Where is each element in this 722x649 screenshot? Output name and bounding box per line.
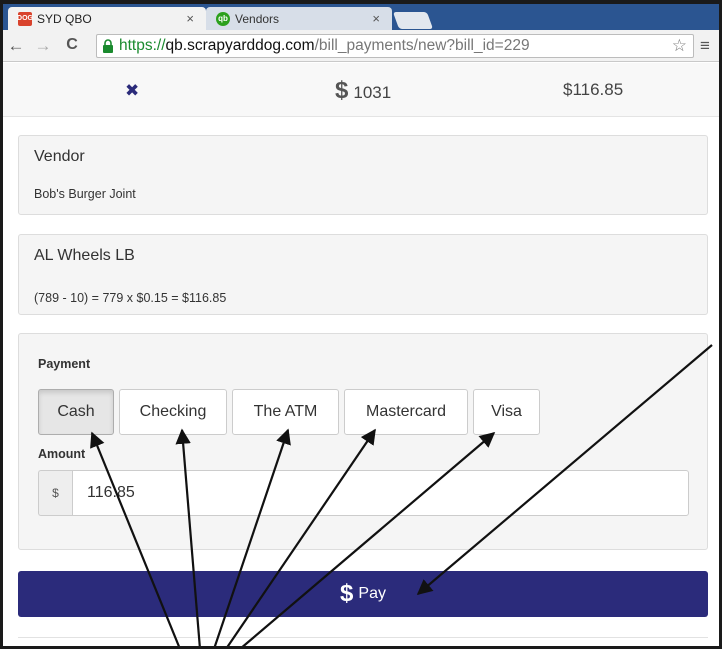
url-host: qb.scrapyarddog.com [165,37,315,54]
item-calculation: (789 - 10) = 779 x $0.15 = $116.85 [34,291,227,305]
back-arrow-icon[interactable]: ← [6,36,26,56]
address-bar[interactable]: https://qb.scrapyarddog.com/bill_payment… [96,34,694,58]
bookmark-star-icon[interactable]: ☆ [672,36,687,56]
payment-method-mastercard[interactable]: Mastercard [344,389,468,435]
browser-tab-syd-qbo[interactable]: DOG SYD QBO × [8,7,206,30]
payment-label: Payment [38,357,91,371]
vendor-name: Bob's Burger Joint [34,187,136,201]
syd-logo-icon: DOG [17,11,33,26]
close-icon[interactable]: ✖ [125,81,139,101]
tab-title: SYD QBO [37,11,92,26]
new-tab-button[interactable] [392,12,434,29]
tab-title: Vendors [235,11,280,26]
dollar-icon: $ [340,580,354,607]
close-tab-icon[interactable]: × [186,11,194,26]
payment-method-checking[interactable]: Checking [119,389,227,435]
url-path: /bill_payments/new?bill_id=229 [314,37,530,54]
amount-input[interactable] [72,470,689,516]
forward-arrow-icon[interactable]: → [33,36,53,56]
pay-button-label: Pay [358,585,386,602]
currency-addon: $ [38,470,72,516]
payment-method-visa[interactable]: Visa [473,389,540,435]
reload-icon[interactable]: C [62,36,82,54]
item-heading: AL Wheels LB [34,247,135,264]
lock-icon [103,39,113,53]
pay-button[interactable]: $ Pay [18,571,708,617]
quickbooks-logo-icon: qb [216,11,230,26]
vendor-panel: Vendor Bob's Burger Joint [18,135,708,215]
dollar-icon: $ [335,77,349,104]
bill-number: $ 1031 [335,77,391,105]
bill-number-value: 1031 [353,83,392,102]
amount-label: Amount [38,447,86,461]
payment-method-the-atm[interactable]: The ATM [232,389,339,435]
bill-total: $116.85 [563,80,624,99]
close-tab-icon[interactable]: × [372,11,380,26]
payment-method-cash[interactable]: Cash [38,389,114,435]
item-panel: AL Wheels LB (789 - 10) = 779 x $0.15 = … [18,234,708,315]
browser-tab-vendors[interactable]: qb Vendors × [206,7,392,30]
url-scheme: https:// [119,37,166,54]
browser-menu-icon[interactable]: ≡ [700,36,710,56]
divider [18,637,708,638]
payment-panel: Payment Cash Checking The ATM Mastercard… [18,333,708,550]
vendor-heading: Vendor [34,148,85,165]
browser-tabstrip: DOG SYD QBO × qb Vendors × [0,4,722,30]
browser-toolbar: ← → C https://qb.scrapyarddog.com/bill_p… [0,30,722,62]
window-frame-left [0,0,3,649]
amount-input-group: $ [38,470,689,516]
bill-summary-bar: ✖ $ 1031 $116.85 [3,63,719,117]
